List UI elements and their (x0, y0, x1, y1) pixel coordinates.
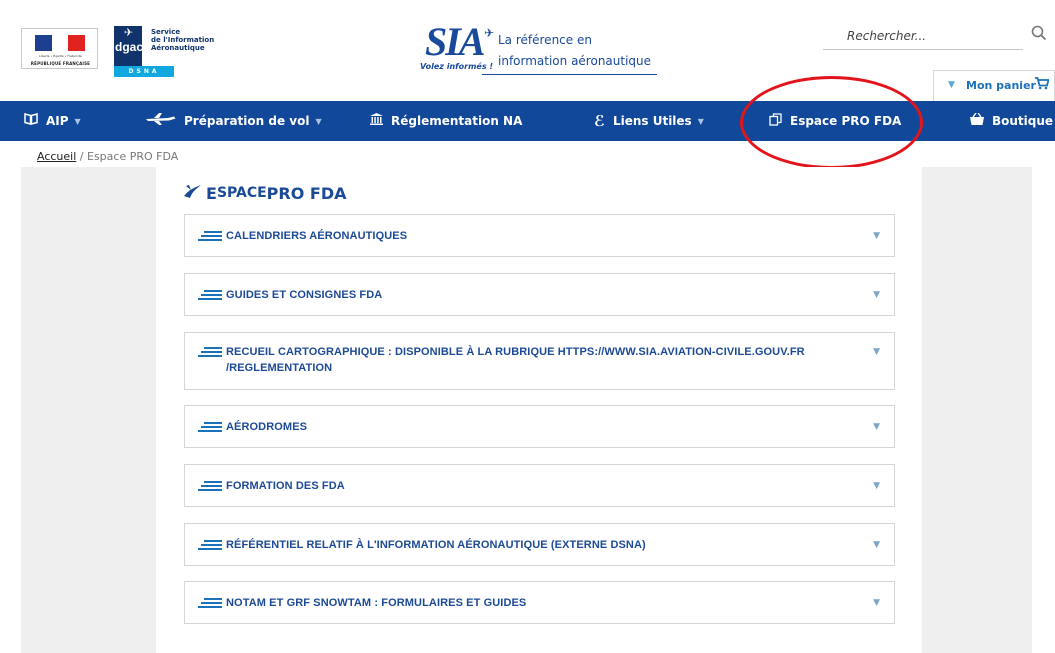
accordion-title: NOTAM ET GRF SNOWTAM : FORMULAIRES ET GU… (226, 597, 527, 609)
caret-down-icon: ▼ (948, 80, 955, 90)
chevron-down-icon: ▼ (873, 347, 880, 357)
main-nav: AIP ▼ Préparation de vol ▼ Réglementatio… (0, 101, 1055, 141)
accordion-title: GUIDES ET CONSIGNES FDA (226, 289, 383, 301)
accordion-item-formation-fda[interactable]: FORMATION DES FDA ▼ (184, 464, 895, 507)
institution-icon (370, 113, 383, 129)
breadcrumb-current: Espace PRO FDA (87, 150, 179, 163)
accordion-item-notam-snowtam[interactable]: NOTAM ET GRF SNOWTAM : FORMULAIRES ET GU… (184, 581, 895, 624)
dgac-line2: de l'Information (151, 36, 215, 44)
nav-label: Boutique (992, 114, 1054, 128)
page-title-smallcaps: SPACE (216, 185, 267, 201)
breadcrumb-separator: / (79, 150, 84, 163)
dgac-plane-logo-icon (184, 183, 202, 203)
sia-underline (482, 74, 657, 75)
stacked-lines-icon (198, 231, 222, 243)
stacked-lines-icon (198, 422, 222, 434)
accordion-item-guides-consignes[interactable]: GUIDES ET CONSIGNES FDA ▼ (184, 273, 895, 316)
rf-name: RÉPUBLIQUE FRANÇAISE (30, 61, 91, 66)
sia-ref-line1: La référence en (498, 33, 592, 47)
accordion-item-aerodromes[interactable]: AÉRODROMES ▼ (184, 405, 895, 448)
chevron-down-icon: ▼ (873, 231, 880, 241)
right-sidebar (922, 167, 1032, 653)
search-icon[interactable] (1031, 25, 1051, 45)
nav-item-preparation-de-vol[interactable]: Préparation de vol ▼ (146, 101, 322, 141)
cart-label: Mon panier (966, 79, 1036, 92)
republique-francaise-logo[interactable]: Liberté • Égalité • Fraternité RÉPUBLIQU… (21, 28, 98, 69)
nav-item-boutique[interactable]: Boutique (970, 101, 1053, 141)
nav-label: Réglementation NA (391, 114, 523, 128)
chevron-down-icon: ▼ (873, 422, 880, 432)
stacked-lines-icon (198, 290, 222, 302)
cart-icon (1035, 77, 1050, 94)
breadcrumb-home-link[interactable]: Accueil (37, 150, 76, 163)
stacked-lines-icon (198, 540, 222, 552)
sia-plane-icon: ✈ (484, 26, 495, 40)
accordion-item-referentiel[interactable]: RÉFÉRENTIEL RELATIF À L'INFORMATION AÉRO… (184, 523, 895, 566)
sia-wordmark: SIA (425, 19, 485, 64)
dgac-line3: Aéronautique (151, 44, 205, 52)
dgac-logo[interactable]: ✈ dgac Service de l'Information Aéronaut… (114, 26, 214, 77)
dgac-mark: ✈ dgac (114, 26, 144, 66)
airplane-icon (146, 113, 176, 129)
nav-item-liens-utiles[interactable]: ℰ Liens Utiles ▼ (594, 101, 704, 141)
stacked-lines-icon (198, 598, 222, 610)
nav-label: Liens Utiles (612, 114, 692, 128)
search-box (823, 22, 1055, 52)
nav-item-reglementation-na[interactable]: Réglementation NA (370, 101, 522, 141)
dgac-word: dgac (115, 40, 144, 54)
chevron-down-icon: ▼ (873, 290, 880, 300)
left-sidebar (21, 167, 156, 653)
chevron-down-icon: ▼ (697, 116, 704, 126)
link-icon: ℰ (594, 112, 605, 130)
accordion-item-calendriers[interactable]: CALENDRIERS AÉRONAUTIQUES ▼ (184, 214, 895, 257)
dsna-label: DSNA (114, 66, 174, 77)
page-title-rest: PRO FDA (266, 183, 347, 203)
nav-label: Préparation de vol (184, 114, 310, 128)
basket-icon (970, 112, 984, 129)
site-header: Liberté • Égalité • Fraternité RÉPUBLIQU… (0, 0, 1055, 101)
sia-logo[interactable]: SIA ✈ Volez informés ! La référence en i… (420, 18, 660, 78)
search-input[interactable] (823, 22, 1023, 50)
chevron-down-icon: ▼ (873, 540, 880, 550)
stacked-lines-icon (198, 481, 222, 493)
chevron-down-icon: ▼ (74, 116, 81, 126)
nav-label: Espace PRO FDA (790, 114, 902, 128)
accordion-title: RECUEIL CARTOGRAPHIQUE : DISPONIBLE À LA… (226, 344, 805, 376)
french-flag-icon (35, 35, 86, 51)
sia-tagline: Volez informés ! (420, 62, 494, 71)
accordion-title-line1: RECUEIL CARTOGRAPHIQUE : DISPONIBLE À LA… (226, 346, 805, 358)
chevron-down-icon: ▼ (873, 598, 880, 608)
nav-item-aip[interactable]: AIP ▼ (24, 101, 81, 141)
page-title: E SPACE PRO FDA (184, 183, 346, 203)
accordion-title: AÉRODROMES (226, 421, 308, 433)
dgac-plane-icon: ✈ (124, 26, 134, 39)
chevron-down-icon: ▼ (315, 116, 322, 126)
stacked-lines-icon (198, 347, 222, 359)
accordion-title-line2: /REGLEMENTATION (226, 362, 333, 374)
chevron-down-icon: ▼ (873, 481, 880, 491)
accordion-title: RÉFÉRENTIEL RELATIF À L'INFORMATION AÉRO… (226, 539, 646, 551)
nav-label: AIP (46, 114, 69, 128)
rf-motto: Liberté • Égalité • Fraternité (39, 54, 82, 58)
accordion-item-recueil-cartographique[interactable]: RECUEIL CARTOGRAPHIQUE : DISPONIBLE À LA… (184, 332, 895, 390)
accordion-title: FORMATION DES FDA (226, 480, 345, 492)
sia-ref-line2: information aéronautique (498, 54, 652, 68)
page-title-initial: E (206, 183, 217, 203)
book-icon (24, 113, 38, 129)
accordion-title: CALENDRIERS AÉRONAUTIQUES (226, 230, 408, 242)
copy-icon (769, 112, 782, 130)
dgac-line1: Service (151, 28, 181, 36)
dgac-service-text: Service de l'Information Aéronautique (151, 28, 251, 52)
cart-button[interactable]: ▼ Mon panier (933, 70, 1055, 101)
nav-item-espace-pro-fda[interactable]: Espace PRO FDA (769, 101, 901, 141)
breadcrumb: Accueil / Espace PRO FDA (37, 150, 178, 163)
